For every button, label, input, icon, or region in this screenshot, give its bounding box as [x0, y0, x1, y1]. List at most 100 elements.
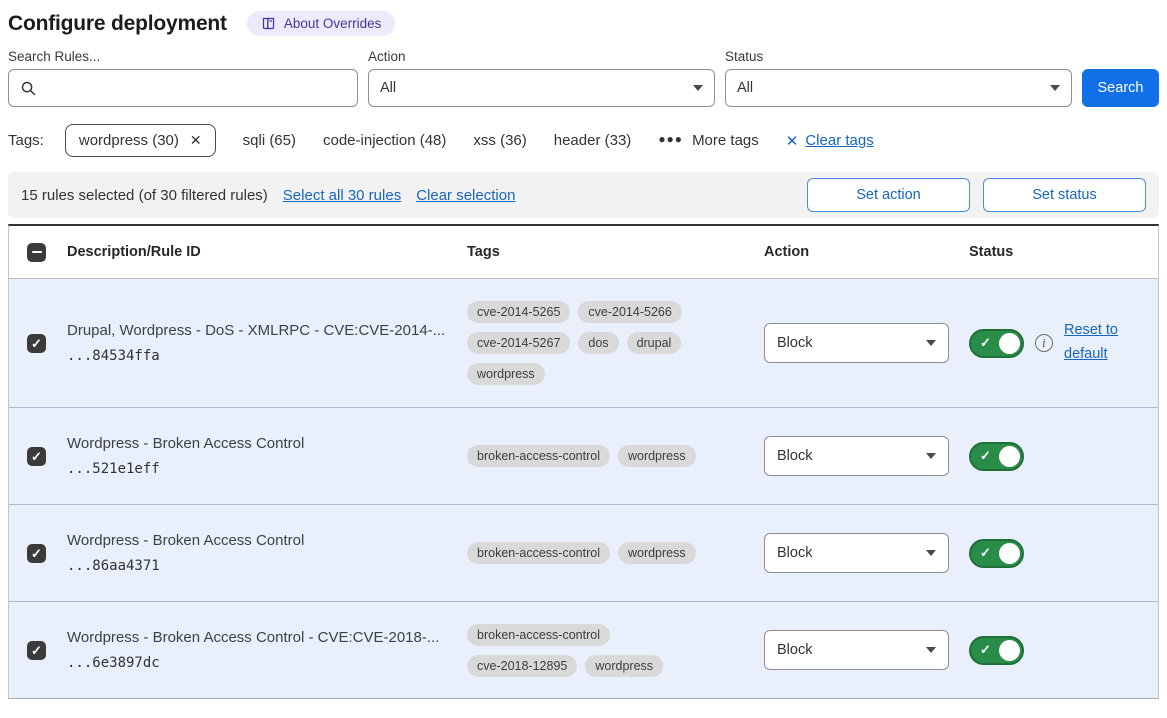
about-overrides-label: About Overrides: [284, 16, 382, 31]
rule-id: ...6e3897dc: [67, 655, 453, 671]
status-label: Status: [725, 49, 1072, 64]
search-icon: [20, 80, 37, 97]
check-icon: ✓: [31, 644, 42, 657]
rule-description: Drupal, Wordpress - DoS - XMLRPC - CVE:C…: [67, 322, 453, 339]
table-body: ✓ Drupal, Wordpress - DoS - XMLRPC - CVE…: [9, 278, 1158, 698]
select-all-checkbox[interactable]: [27, 243, 46, 262]
table-header-row: Description/Rule ID Tags Action Status: [9, 226, 1158, 278]
status-toggle[interactable]: ✓: [969, 329, 1024, 358]
tag-filter-code-injection[interactable]: code-injection (48): [323, 132, 446, 149]
rule-tags: broken-access-controlwordpress: [467, 528, 717, 578]
row-checkbox[interactable]: ✓: [27, 334, 46, 353]
set-status-button[interactable]: Set status: [983, 178, 1146, 212]
row-checkbox[interactable]: ✓: [27, 544, 46, 563]
check-icon: ✓: [31, 450, 42, 463]
action-select[interactable]: Block: [764, 533, 949, 573]
chevron-down-icon: [926, 647, 936, 653]
selection-summary: 15 rules selected (of 30 filtered rules): [21, 187, 268, 204]
more-tags-label: More tags: [692, 132, 759, 149]
action-select-value: Block: [777, 545, 812, 561]
status-field: Status All: [725, 49, 1072, 107]
tag-pill: dos: [578, 332, 618, 354]
check-icon: ✓: [980, 448, 991, 464]
rules-table: Description/Rule ID Tags Action Status ✓…: [8, 224, 1159, 699]
toggle-knob: [999, 543, 1020, 564]
tag-pill: drupal: [627, 332, 682, 354]
search-button[interactable]: Search: [1082, 69, 1159, 107]
column-header-action: Action: [764, 244, 969, 260]
table-row: ✓ Drupal, Wordpress - DoS - XMLRPC - CVE…: [9, 278, 1158, 407]
action-select[interactable]: Block: [764, 630, 949, 670]
chevron-down-icon: [926, 340, 936, 346]
tag-pill: cve-2014-5267: [467, 332, 570, 354]
column-header-tags: Tags: [467, 244, 764, 260]
tag-pill: wordpress: [618, 542, 696, 564]
clear-selection-link[interactable]: Clear selection: [416, 187, 515, 204]
selected-tag-chip[interactable]: wordpress (30) ✕: [65, 124, 216, 157]
rule-description: Wordpress - Broken Access Control: [67, 532, 453, 549]
tag-pill: wordpress: [585, 655, 663, 677]
rule-tags: broken-access-controlcve-2018-12895wordp…: [467, 610, 717, 691]
close-icon: ✕: [786, 132, 799, 150]
toggle-knob: [999, 333, 1020, 354]
action-select-value: Block: [777, 448, 812, 464]
tags-label: Tags:: [8, 132, 44, 149]
rule-tags: cve-2014-5265cve-2014-5266cve-2014-5267d…: [467, 287, 717, 399]
toggle-knob: [999, 446, 1020, 467]
chevron-down-icon: [926, 453, 936, 459]
status-toggle[interactable]: ✓: [969, 539, 1024, 568]
tag-pill: cve-2018-12895: [467, 655, 577, 677]
row-checkbox[interactable]: ✓: [27, 641, 46, 660]
tag-filter-sqli[interactable]: sqli (65): [243, 132, 296, 149]
status-toggle[interactable]: ✓: [969, 636, 1024, 665]
tag-filter-xss[interactable]: xss (36): [473, 132, 526, 149]
table-row: ✓ Wordpress - Broken Access Control ...5…: [9, 407, 1158, 504]
search-input[interactable]: [45, 79, 346, 97]
action-select-value: Block: [777, 335, 812, 351]
status-filter-value: All: [737, 80, 753, 96]
tag-pill: wordpress: [618, 445, 696, 467]
more-tags-button[interactable]: ●●● More tags: [658, 132, 758, 149]
book-icon: [261, 16, 276, 31]
tags-bar: Tags: wordpress (30) ✕ sqli (65) code-in…: [0, 107, 1167, 157]
tag-filter-header[interactable]: header (33): [554, 132, 632, 149]
rule-description: Wordpress - Broken Access Control - CVE:…: [67, 629, 453, 646]
clear-tags-label: Clear tags: [805, 132, 873, 149]
select-all-rules-link[interactable]: Select all 30 rules: [283, 187, 401, 204]
ellipsis-icon: ●●●: [658, 132, 683, 146]
table-row: ✓ Wordpress - Broken Access Control - CV…: [9, 601, 1158, 698]
column-header-description: Description/Rule ID: [67, 244, 467, 260]
check-icon: ✓: [31, 337, 42, 350]
toggle-knob: [999, 640, 1020, 661]
action-select[interactable]: Block: [764, 436, 949, 476]
selected-tag-label: wordpress (30): [79, 132, 179, 149]
filters-row: Search Rules... Action All Status All Se…: [0, 36, 1167, 107]
indeterminate-icon: [32, 251, 42, 254]
status-filter-select[interactable]: All: [725, 69, 1072, 107]
action-select-value: Block: [777, 642, 812, 658]
search-rules-label: Search Rules...: [8, 49, 358, 64]
tag-pill: wordpress: [467, 363, 545, 385]
action-field: Action All: [368, 49, 715, 107]
action-select[interactable]: Block: [764, 323, 949, 363]
check-icon: ✓: [980, 642, 991, 658]
set-action-button[interactable]: Set action: [807, 178, 970, 212]
page-header: Configure deployment About Overrides: [0, 0, 1167, 36]
column-header-status: Status: [969, 244, 1158, 260]
remove-tag-icon[interactable]: ✕: [190, 132, 202, 149]
chevron-down-icon: [1050, 85, 1060, 91]
check-icon: ✓: [980, 545, 991, 561]
status-toggle[interactable]: ✓: [969, 442, 1024, 471]
rule-tags: broken-access-controlwordpress: [467, 431, 717, 481]
action-filter-value: All: [380, 80, 396, 96]
action-filter-select[interactable]: All: [368, 69, 715, 107]
check-icon: ✓: [980, 335, 991, 351]
rule-id: ...84534ffa: [67, 348, 453, 364]
row-checkbox[interactable]: ✓: [27, 447, 46, 466]
rule-id: ...521e1eff: [67, 461, 453, 477]
tag-pill: cve-2014-5265: [467, 301, 570, 323]
about-overrides-badge[interactable]: About Overrides: [247, 11, 396, 36]
reset-to-default-link[interactable]: Reset to default: [1064, 319, 1128, 367]
clear-tags-button[interactable]: ✕ Clear tags: [786, 132, 874, 150]
page-title: Configure deployment: [8, 12, 227, 36]
